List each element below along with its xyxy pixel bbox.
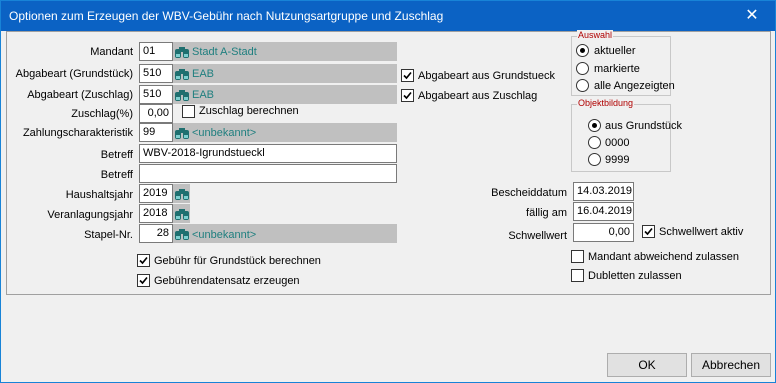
zahlungscharakteristik-label: Zahlungscharakteristik <box>22 127 133 139</box>
stapel-nr-input[interactable]: 28 <box>139 224 173 243</box>
betreff-input-2[interactable] <box>139 164 397 183</box>
abgabeart-zuschlag-name: EAB <box>192 89 215 101</box>
abgabeart-aus-zuschlag-label: Abgabeart aus Zuschlag <box>418 90 538 102</box>
zuschlag-input[interactable]: 0,00 <box>139 104 173 123</box>
dialog-window: Optionen zum Erzeugen der WBV-Gebühr nac… <box>0 0 776 383</box>
zuschlag-label: Zuschlag(%) <box>71 108 133 120</box>
title-bar: Optionen zum Erzeugen der WBV-Gebühr nac… <box>1 1 775 31</box>
abgabeart-aus-zuschlag-checkbox[interactable] <box>401 89 414 102</box>
bescheiddatum-label: Bescheiddatum <box>491 187 567 199</box>
betreff-input-1[interactable]: WBV-2018-Igrundstueckl <box>139 144 397 163</box>
veranlagungsjahr-input[interactable]: 2018 <box>139 204 173 223</box>
auswahl-title: Auswahl <box>577 30 614 40</box>
close-button[interactable]: ✕ <box>729 1 775 31</box>
abgabeart-aus-grundstueck-label: Abgabeart aus Grundstueck <box>418 70 555 82</box>
radio-aktueller-label: aktueller <box>594 45 636 57</box>
schwellwert-input[interactable]: 0,00 <box>573 223 634 242</box>
gebuehr-berechnen-checkbox[interactable] <box>137 254 150 267</box>
schwellwert-aktiv-checkbox[interactable] <box>642 225 655 238</box>
abgabeart-aus-grundstueck-checkbox[interactable] <box>401 69 414 82</box>
stapel-nr-label: Stapel-Nr. <box>84 229 133 241</box>
abgabeart-grundstueck-input[interactable]: 510 <box>139 64 173 83</box>
abgabeart-zuschlag-input[interactable]: 510 <box>139 85 173 104</box>
binoculars-icon[interactable] <box>174 87 190 103</box>
binoculars-icon[interactable] <box>174 206 190 222</box>
window-title: Optionen zum Erzeugen der WBV-Gebühr nac… <box>9 9 444 23</box>
mandant-input[interactable]: 01 <box>139 42 173 61</box>
gebuehr-berechnen-label: Gebühr für Grundstück berechnen <box>154 255 321 267</box>
radio-markierte-label: markierte <box>594 63 640 75</box>
schwellwert-label: Schwellwert <box>508 230 567 242</box>
bescheiddatum-input[interactable]: 14.03.2019 <box>573 182 634 201</box>
close-icon: ✕ <box>745 7 759 24</box>
faellig-am-input[interactable]: 16.04.2019 <box>573 202 634 221</box>
mandant-abweichend-checkbox[interactable] <box>571 250 584 263</box>
radio-markierte[interactable] <box>576 62 589 75</box>
haushaltsjahr-input[interactable]: 2019 <box>139 184 173 203</box>
binoculars-icon[interactable] <box>174 125 190 141</box>
radio-alle-angezeigten-label: alle Angezeigten <box>594 80 675 92</box>
schwellwert-aktiv-label: Schwellwert aktiv <box>659 226 744 238</box>
radio-9999[interactable] <box>588 153 601 166</box>
zuschlag-berechnen-checkbox[interactable] <box>182 105 195 118</box>
binoculars-icon[interactable] <box>174 44 190 60</box>
radio-aktueller[interactable] <box>576 44 589 57</box>
radio-aus-grundstueck-label: aus Grundstück <box>605 120 683 132</box>
stapel-nr-name: <unbekannt> <box>192 229 257 241</box>
zahlungscharakteristik-input[interactable]: 99 <box>139 123 173 142</box>
haushaltsjahr-label: Haushaltsjahr <box>65 189 133 201</box>
mandant-label: Mandant <box>90 46 133 58</box>
abbrechen-button[interactable]: Abbrechen <box>691 353 771 377</box>
betreff-label-2: Betreff <box>100 169 133 181</box>
binoculars-icon[interactable] <box>174 186 190 202</box>
radio-0000-label: 0000 <box>605 137 630 149</box>
radio-aus-grundstueck[interactable] <box>588 119 601 132</box>
zuschlag-berechnen-label: Zuschlag berechnen <box>199 105 299 117</box>
veranlagungsjahr-label: Veranlagungsjahr <box>47 209 133 221</box>
betreff-label-1: Betreff <box>100 149 133 161</box>
dubletten-checkbox[interactable] <box>571 269 584 282</box>
abgabeart-grundstueck-label: Abgabeart (Grundstück) <box>15 68 133 80</box>
zahlungscharakteristik-name: <unbekannt> <box>192 127 257 139</box>
radio-0000[interactable] <box>588 136 601 149</box>
faellig-am-label: fällig am <box>526 207 567 219</box>
binoculars-icon[interactable] <box>174 66 190 82</box>
gebuehrendatensatz-checkbox[interactable] <box>137 274 150 287</box>
mandant-name: Stadt A-Stadt <box>192 46 257 58</box>
abgabeart-zuschlag-label: Abgabeart (Zuschlag) <box>27 89 133 101</box>
objektbildung-title: Objektbildung <box>577 98 635 108</box>
gebuehrendatensatz-label: Gebührendatensatz erzeugen <box>154 275 300 287</box>
dubletten-label: Dubletten zulassen <box>588 270 682 282</box>
binoculars-icon[interactable] <box>174 226 190 242</box>
ok-button[interactable]: OK <box>607 353 687 377</box>
abgabeart-grundstueck-name: EAB <box>192 68 215 80</box>
radio-9999-label: 9999 <box>605 154 630 166</box>
mandant-abweichend-label: Mandant abweichend zulassen <box>588 251 740 263</box>
radio-alle-angezeigten[interactable] <box>576 79 589 92</box>
